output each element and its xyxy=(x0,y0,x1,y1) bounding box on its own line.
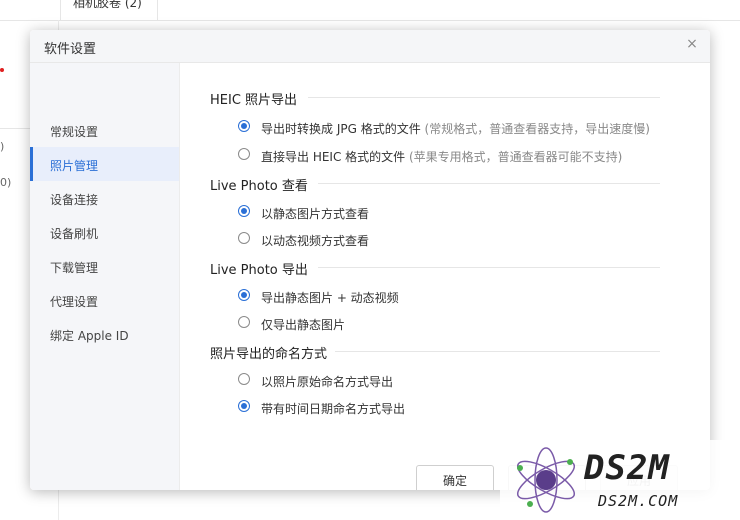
option-text: 带有时间日期命名方式导出 xyxy=(261,402,406,416)
radio-button[interactable] xyxy=(238,205,250,217)
section-divider xyxy=(318,183,660,184)
option-text: 以动态视频方式查看 xyxy=(261,234,370,248)
radio-button[interactable] xyxy=(238,316,250,328)
radio-button[interactable] xyxy=(238,120,250,132)
sidebar-item-label: 绑定 Apple ID xyxy=(50,329,129,343)
section-divider xyxy=(335,351,660,352)
section-divider xyxy=(308,97,660,98)
sidebar-item-label: 设备刷机 xyxy=(50,227,99,241)
watermark-subtext: DS2M.COM xyxy=(598,492,679,510)
watermark-text: DS2M xyxy=(584,448,670,488)
option-text: 以照片原始命名方式导出 xyxy=(261,375,394,389)
option-label: 直接导出 HEIC 格式的文件 (苹果专用格式，普通查看器可能不支持) xyxy=(261,148,622,165)
settings-sidebar: 常规设置 照片管理 设备连接 设备刷机 下载管理 代理设置 绑定 Apple I… xyxy=(30,63,180,490)
dialog-header: 软件设置 × xyxy=(30,30,710,63)
radio-button[interactable] xyxy=(238,148,250,160)
tab-camera-roll[interactable]: 相机胶卷 (2) xyxy=(60,0,158,20)
option-text: 仅导出静态图片 xyxy=(261,318,346,332)
sidebar-item-label: 下载管理 xyxy=(50,261,99,275)
background-tab-bar: 相机胶卷 (2) xyxy=(0,0,740,21)
sidebar-item-device-flash[interactable]: 设备刷机 xyxy=(30,215,179,249)
radio-button[interactable] xyxy=(238,232,250,244)
settings-dialog: 软件设置 × 常规设置 照片管理 设备连接 设备刷机 下载管理 代理设置 绑定 … xyxy=(30,30,710,490)
option-text: 以静态图片方式查看 xyxy=(261,207,370,221)
sidebar-item-photo-management[interactable]: 照片管理 xyxy=(30,147,179,181)
tab-camera-roll-label: 相机胶卷 (2) xyxy=(73,0,142,10)
section-title-live-photo-export: Live Photo 导出 xyxy=(210,263,308,278)
sidebar-item-label: 常规设置 xyxy=(50,125,99,139)
dialog-title: 软件设置 xyxy=(44,42,97,57)
close-icon[interactable]: × xyxy=(684,36,700,52)
option-text: 直接导出 HEIC 格式的文件 xyxy=(261,150,406,164)
background-text-fragment: ) xyxy=(0,140,5,153)
radio-button[interactable] xyxy=(238,400,250,412)
background-divider xyxy=(0,128,30,129)
sidebar-item-device-connection[interactable]: 设备连接 xyxy=(30,181,179,215)
sidebar-item-bind-apple-id[interactable]: 绑定 Apple ID xyxy=(30,317,179,351)
sidebar-item-download-management[interactable]: 下载管理 xyxy=(30,249,179,283)
watermark: DS2M DS2M.COM xyxy=(500,440,740,520)
sidebar-item-general[interactable]: 常规设置 xyxy=(30,113,179,147)
section-title-naming: 照片导出的命名方式 xyxy=(210,347,328,362)
radio-button[interactable] xyxy=(238,289,250,301)
section-title-heic-export: HEIC 照片导出 xyxy=(210,93,298,108)
sidebar-item-label: 设备连接 xyxy=(50,193,99,207)
sidebar-item-label: 代理设置 xyxy=(50,295,99,309)
option-text: 导出时转换成 JPG 格式的文件 xyxy=(261,122,421,136)
option-note: (常规格式，普通查看器支持，导出速度慢) xyxy=(424,122,650,136)
option-text: 导出静态图片 + 动态视频 xyxy=(261,291,399,305)
notification-dot xyxy=(0,68,4,72)
sidebar-item-label: 照片管理 xyxy=(50,159,99,173)
option-note: (苹果专用格式，普通查看器可能不支持) xyxy=(408,150,623,164)
section-title-live-photo-view: Live Photo 查看 xyxy=(210,179,308,194)
option-label: 导出时转换成 JPG 格式的文件 (常规格式，普通查看器支持，导出速度慢) xyxy=(261,120,650,137)
background-text-fragment: 0) xyxy=(0,176,12,189)
atom-logo-icon xyxy=(516,447,576,513)
settings-content: HEIC 照片导出 导出时转换成 JPG 格式的文件 (常规格式，普通查看器支持… xyxy=(180,63,710,490)
ok-button[interactable]: 确定 xyxy=(416,465,494,490)
radio-button[interactable] xyxy=(238,373,250,385)
sidebar-item-proxy-settings[interactable]: 代理设置 xyxy=(30,283,179,317)
section-divider xyxy=(318,267,660,268)
